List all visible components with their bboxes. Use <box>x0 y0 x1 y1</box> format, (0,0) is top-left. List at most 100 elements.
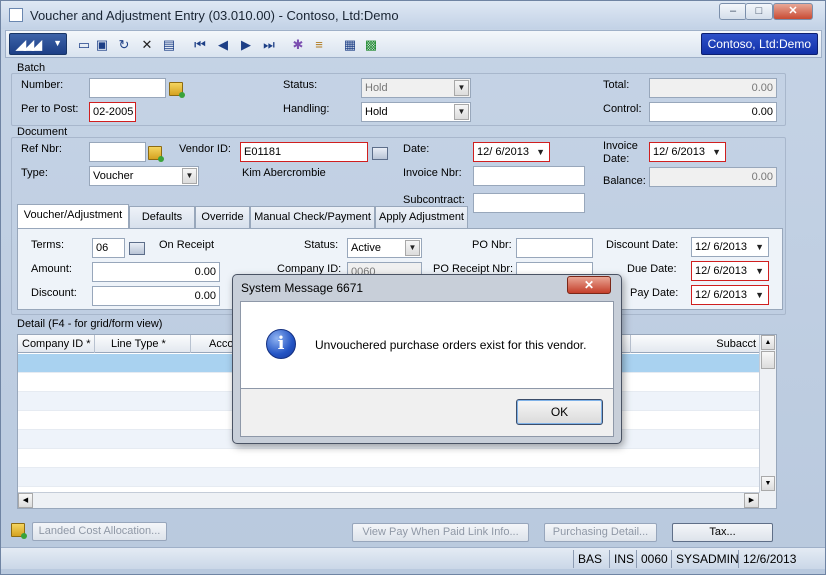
company-badge[interactable]: Contoso, Ltd:Demo <box>700 33 818 55</box>
invoice-nbr-input[interactable] <box>473 166 585 186</box>
next-record-icon[interactable]: ▶ <box>238 37 254 53</box>
chevron-down-icon: ▼ <box>182 168 197 184</box>
table-row[interactable] <box>18 449 760 468</box>
control-label: Control: <box>603 103 642 115</box>
total-value: 0.00 <box>649 78 777 98</box>
attachments-icon[interactable]: ✱ <box>290 37 306 53</box>
ref-nbr-label: Ref Nbr: <box>21 143 62 155</box>
scroll-down-icon[interactable]: ▼ <box>761 476 775 491</box>
date-input[interactable]: 12/ 6/2013 ▼ <box>473 142 550 162</box>
chevron-down-icon: ▼ <box>755 290 764 300</box>
ref-nbr-lookup-icon[interactable] <box>148 146 164 162</box>
new-icon[interactable]: ▭ <box>76 37 92 53</box>
tab-manual-check-payment[interactable]: Manual Check/Payment <box>250 206 375 228</box>
notes-icon[interactable]: ▦ <box>342 37 358 53</box>
app-menu-button[interactable]: ◢◢◢ ▼ <box>9 33 67 55</box>
batch-number-input[interactable] <box>89 78 166 98</box>
grid-vertical-scrollbar[interactable]: ▲ ▼ <box>759 335 776 508</box>
info-icon: i <box>266 329 296 359</box>
discount-date-label: Discount Date: <box>606 239 679 251</box>
invoice-date-value: 12/ 6/2013 <box>653 146 705 158</box>
pay-date-input[interactable]: 12/ 6/2013 ▼ <box>691 285 769 305</box>
status-bas: BAS <box>573 550 606 568</box>
amount-input[interactable]: 0.00 <box>92 262 220 282</box>
detail-section-label: Detail (F4 - for grid/form view) <box>17 318 163 330</box>
number-label: Number: <box>21 79 64 91</box>
tab-defaults[interactable]: Defaults <box>129 206 195 228</box>
scroll-thumb[interactable] <box>761 351 775 369</box>
per-to-post-label: Per to Post: <box>21 103 79 115</box>
print-icon[interactable]: ▤ <box>161 37 177 53</box>
vendor-card-icon[interactable] <box>372 147 388 160</box>
last-record-icon[interactable]: ⏭ <box>261 37 277 53</box>
delete-icon[interactable]: ✕ <box>139 37 155 53</box>
per-to-post-input[interactable]: 02-2005 <box>89 102 136 122</box>
refresh-icon[interactable]: ↻ <box>116 37 132 53</box>
scroll-left-icon[interactable]: ◀ <box>18 493 33 508</box>
terms-label: Terms: <box>31 239 64 251</box>
type-select[interactable]: Voucher ▼ <box>89 166 199 186</box>
po-nbr-input[interactable] <box>516 238 593 258</box>
chevron-down-icon: ▼ <box>405 240 420 256</box>
tax-button[interactable]: Tax... <box>672 523 773 542</box>
landed-cost-allocation-button[interactable]: Landed Cost Allocation... <box>32 522 167 541</box>
voucher-status-select[interactable]: Active ▼ <box>347 238 422 258</box>
status-date: 12/6/2013 <box>738 550 800 568</box>
discount-date-input[interactable]: 12/ 6/2013 ▼ <box>691 237 769 257</box>
save-icon[interactable]: ▣ <box>94 37 110 53</box>
voucher-status-label: Status: <box>304 239 339 251</box>
terms-description: On Receipt <box>159 239 215 251</box>
tab-apply-adjustment[interactable]: Apply Adjustment <box>375 206 468 228</box>
dialog-close-button[interactable]: ✕ <box>567 276 611 294</box>
control-input[interactable]: 0.00 <box>649 102 777 122</box>
column-line-type[interactable]: Line Type * <box>95 335 191 353</box>
dialog-footer: OK <box>240 389 614 437</box>
first-record-icon[interactable]: ⏮ <box>192 37 208 53</box>
chevron-down-icon: ▼ <box>454 104 469 120</box>
scroll-up-icon[interactable]: ▲ <box>761 335 775 350</box>
column-company-id[interactable]: Company ID * <box>18 335 95 353</box>
purchasing-detail-button[interactable]: Purchasing Detail... <box>544 523 657 542</box>
ok-button[interactable]: OK <box>516 399 603 425</box>
terms-card-icon[interactable] <box>129 242 145 255</box>
status-ins: INS <box>609 550 638 568</box>
links-icon[interactable]: ≡ <box>311 37 327 53</box>
chevron-down-icon: ▼ <box>755 242 764 252</box>
type-value: Voucher <box>93 170 134 182</box>
discount-input[interactable]: 0.00 <box>92 286 220 306</box>
previous-record-icon[interactable]: ◀ <box>215 37 231 53</box>
app-icon <box>9 8 23 22</box>
system-message-dialog: System Message 6671 ✕ i Unvouchered purc… <box>232 274 622 444</box>
vendor-id-input[interactable]: E01181 <box>240 142 368 162</box>
handling-select[interactable]: Hold ▼ <box>361 102 471 122</box>
tab-override[interactable]: Override <box>195 206 250 228</box>
pay-date-label: Pay Date: <box>630 287 679 299</box>
invoice-date-input[interactable]: 12/ 6/2013 ▼ <box>649 142 726 162</box>
handling-value: Hold <box>365 106 388 118</box>
attachment-icon[interactable] <box>11 523 27 539</box>
chevron-down-icon: ▼ <box>755 266 764 276</box>
amount-label: Amount: <box>31 263 72 275</box>
scroll-right-icon[interactable]: ▶ <box>744 493 759 508</box>
tab-voucher-adjustment[interactable]: Voucher/Adjustment <box>17 204 129 229</box>
minimize-button[interactable]: – <box>719 3 747 20</box>
column-subacct[interactable]: Subacct <box>631 335 760 353</box>
discount-label: Discount: <box>31 287 77 299</box>
terms-input[interactable]: 06 <box>92 238 125 258</box>
toolbar: ◢◢◢ ▼ ▭ ▣ ↻ ✕ ▤ ⏮ ◀ ▶ ⏭ ✱ ≡ ▦ ▩ Contoso, … <box>5 30 822 58</box>
invoice-date-label: Invoice <box>603 140 638 152</box>
table-row[interactable] <box>18 468 760 487</box>
batch-status-select: Hold ▼ <box>361 78 471 98</box>
due-date-input[interactable]: 12/ 6/2013 ▼ <box>691 261 769 281</box>
maximize-button[interactable]: □ <box>745 3 773 20</box>
chevron-down-icon: ▼ <box>454 80 469 96</box>
ref-nbr-input[interactable] <box>89 142 146 162</box>
view-pay-when-paid-button[interactable]: View Pay When Paid Link Info... <box>352 523 529 542</box>
excel-icon[interactable]: ▩ <box>363 37 379 53</box>
chevron-down-icon: ▼ <box>712 147 721 157</box>
grid-horizontal-scrollbar[interactable]: ◀ ▶ <box>18 492 760 508</box>
close-button[interactable]: ✕ <box>773 3 813 20</box>
batch-lookup-icon[interactable] <box>169 82 185 98</box>
subcontract-input[interactable] <box>473 193 585 213</box>
balance-label: Balance: <box>603 175 646 187</box>
